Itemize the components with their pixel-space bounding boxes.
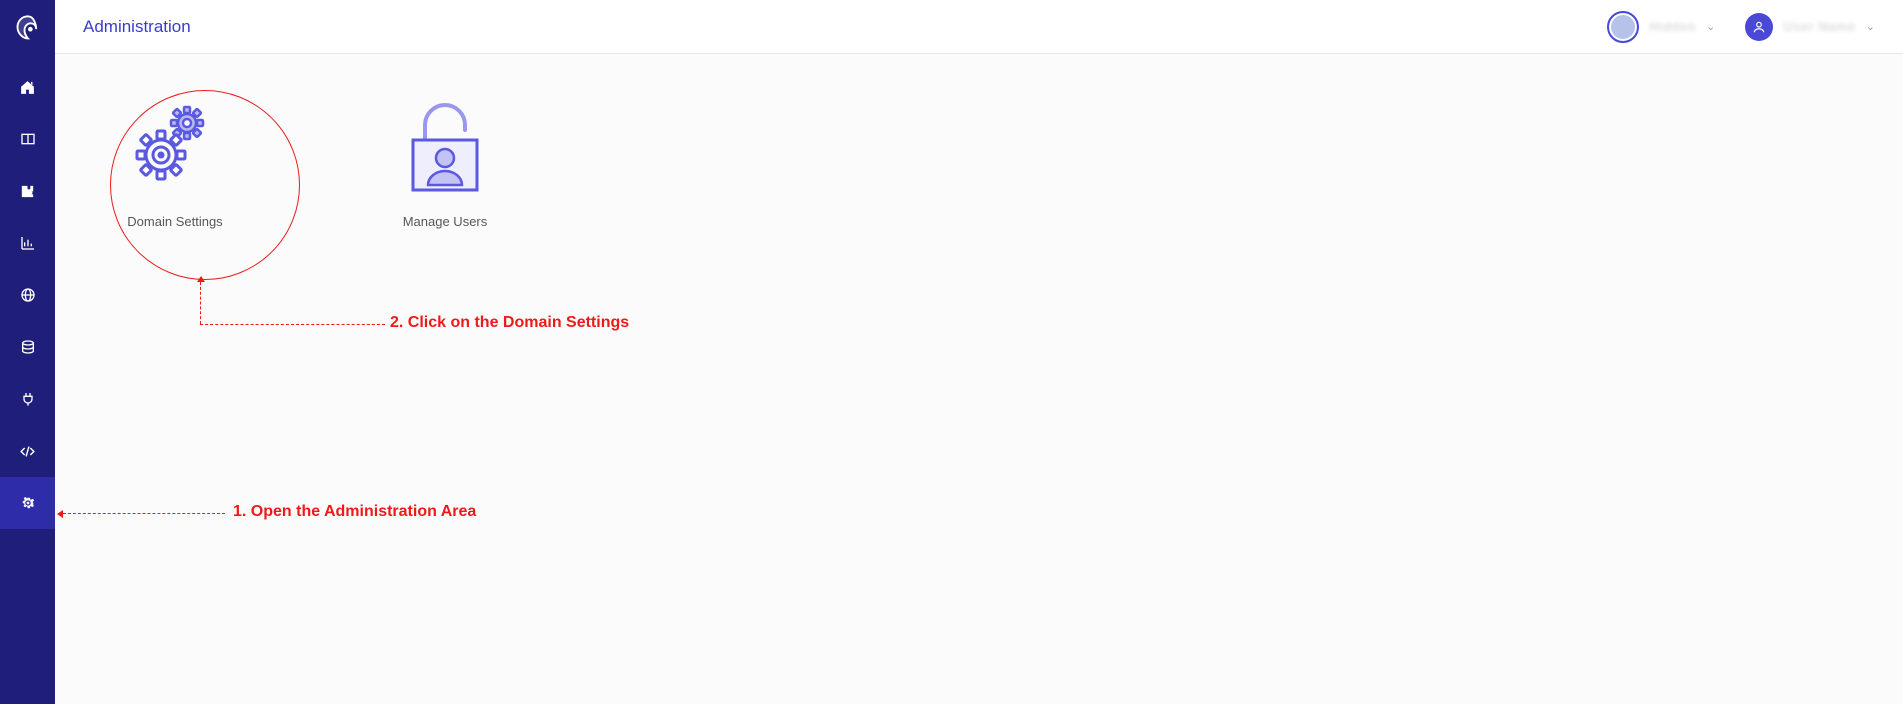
sidebar-item-database[interactable] — [0, 321, 55, 373]
annotation-step2: 2. Click on the Domain Settings — [390, 314, 629, 332]
header: Administration Hidden ⌄ User Name ⌄ — [55, 0, 1903, 54]
sidebar-item-plug[interactable] — [0, 373, 55, 425]
card-manage-users[interactable]: Manage Users — [365, 90, 525, 229]
main-area: Administration Hidden ⌄ User Name ⌄ — [55, 0, 1903, 704]
card-label: Domain Settings — [127, 214, 222, 229]
page-title: Administration — [83, 17, 191, 37]
content-area: Domain Settings Manage Users 2. Click on… — [55, 54, 1903, 704]
annotation-connector — [200, 282, 201, 324]
annotation-step1: 1. Open the Administration Area — [233, 503, 476, 521]
user-label: User Name — [1783, 19, 1855, 34]
sidebar — [0, 0, 55, 704]
user-avatar-icon — [1745, 13, 1773, 41]
tenant-label: Hidden — [1649, 19, 1696, 34]
sidebar-item-settings[interactable] — [0, 477, 55, 529]
sidebar-item-globe[interactable] — [0, 269, 55, 321]
sidebar-item-layout[interactable] — [0, 113, 55, 165]
chevron-down-icon: ⌄ — [1706, 20, 1715, 33]
gears-icon — [120, 90, 230, 200]
sidebar-item-code[interactable] — [0, 425, 55, 477]
sidebar-item-chart[interactable] — [0, 217, 55, 269]
annotation-connector — [63, 513, 225, 514]
card-domain-settings[interactable]: Domain Settings — [95, 90, 255, 229]
annotation-connector — [200, 324, 385, 325]
chevron-down-icon: ⌄ — [1866, 20, 1875, 33]
user-menu[interactable]: User Name ⌄ — [1745, 13, 1875, 41]
lock-user-icon — [390, 90, 500, 200]
tenant-switcher[interactable]: Hidden ⌄ — [1607, 11, 1715, 43]
sidebar-item-home[interactable] — [0, 61, 55, 113]
card-label: Manage Users — [403, 214, 488, 229]
sidebar-item-puzzle[interactable] — [0, 165, 55, 217]
tenant-avatar-icon — [1607, 11, 1639, 43]
app-logo[interactable] — [0, 0, 55, 55]
